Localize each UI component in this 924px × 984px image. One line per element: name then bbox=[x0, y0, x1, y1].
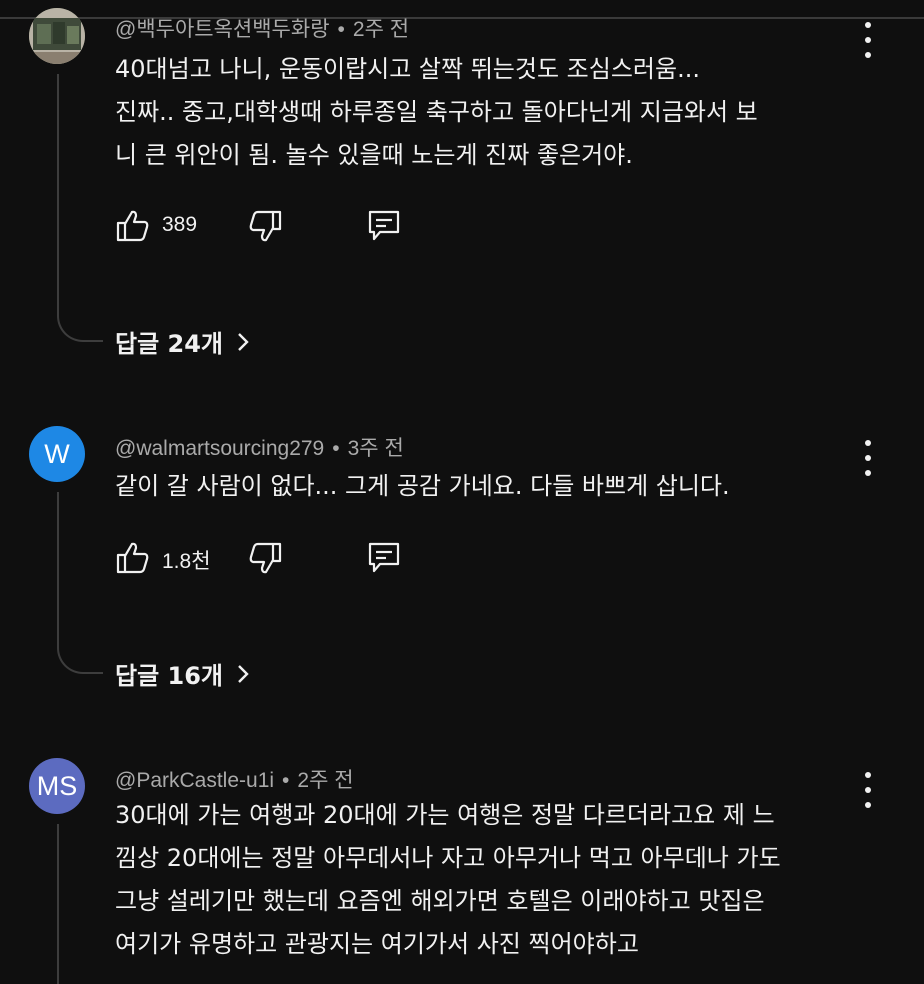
thumbs-down-icon[interactable] bbox=[247, 208, 283, 244]
comment-text: 40대넘고 나니, 운동이랍시고 살짝 뛰는것도 조심스러움... 진짜.. 중… bbox=[115, 48, 855, 177]
comment-3: MS @ParkCastle-u1i • 2주 전 30대에 가는 여행과 20대에… bbox=[0, 752, 924, 984]
timestamp[interactable]: 2주 전 bbox=[297, 769, 353, 792]
thumbs-up-icon[interactable] bbox=[115, 208, 151, 244]
avatar[interactable]: MS bbox=[29, 758, 85, 814]
comment-meta: @ParkCastle-u1i • 2주 전 bbox=[115, 769, 354, 792]
chevron-right-icon bbox=[238, 664, 249, 683]
comment-meta: @백두아트옥션백두화랑 • 2주 전 bbox=[115, 18, 410, 41]
comment-actions: 389 bbox=[115, 208, 435, 248]
replies-label: 답글 24개 bbox=[115, 330, 223, 358]
author-name[interactable]: @ParkCastle-u1i bbox=[115, 769, 274, 792]
comment-text-line: 30대에 가는 여행과 20대에 가는 여행은 정말 다르더라고요 제 느 bbox=[115, 801, 775, 829]
comment-text: 30대에 가는 여행과 20대에 가는 여행은 정말 다르더라고요 제 느 낌상… bbox=[115, 794, 855, 966]
thread-line bbox=[57, 824, 59, 984]
like-count: 389 bbox=[162, 213, 198, 236]
like-count: 1.8천 bbox=[162, 550, 211, 573]
comment-text-line: 진짜.. 중고,대학생때 하루종일 축구하고 돌아다닌게 지금와서 보 bbox=[115, 98, 758, 126]
comment-text-line: 40대넘고 나니, 운동이랍시고 살짝 뛰는것도 조심스러움... bbox=[115, 55, 700, 83]
comment-text-line: 그냥 설레기만 했는데 요즘엔 해외가면 호텔은 이래야하고 맛집은 bbox=[115, 887, 765, 915]
timestamp[interactable]: 3주 전 bbox=[348, 437, 404, 460]
comment-text-line: 여기가 유명하고 관광지는 여기가서 사진 찍어야하고 bbox=[115, 930, 639, 958]
more-options-button[interactable] bbox=[856, 440, 880, 476]
thumbs-up-icon[interactable] bbox=[115, 540, 151, 576]
comment-text-line: 낌상 20대에는 정말 아무데서나 자고 아무거나 먹고 아무데나 가도 bbox=[115, 844, 781, 872]
avatar-letters: MS bbox=[36, 770, 78, 801]
comment-meta: @walmartsourcing279 • 3주 전 bbox=[115, 437, 404, 460]
replies-label: 답글 16개 bbox=[115, 662, 223, 690]
comment-actions: 1.8천 bbox=[115, 540, 435, 580]
comment-2: W @walmartsourcing279 • 3주 전 같이 갈 사람이 없다..… bbox=[0, 420, 924, 710]
thread-line bbox=[57, 492, 103, 674]
more-options-button[interactable] bbox=[856, 772, 880, 808]
comment-text: 같이 갈 사람이 없다... 그게 공감 가네요. 다들 바쁘게 삽니다. bbox=[115, 465, 855, 508]
view-replies-button[interactable]: 답글 16개 bbox=[115, 656, 251, 691]
comment-1: @백두아트옥션백두화랑 • 2주 전 40대넘고 나니, 운동이랍시고 살짝 뛰는것… bbox=[0, 0, 924, 380]
reply-icon[interactable] bbox=[366, 208, 402, 244]
avatar[interactable] bbox=[29, 8, 85, 64]
avatar-image bbox=[29, 8, 85, 64]
comment-text-line: 같이 갈 사람이 없다... 그게 공감 가네요. 다들 바쁘게 삽니다. bbox=[115, 472, 730, 500]
avatar[interactable]: W bbox=[29, 426, 85, 482]
more-options-button[interactable] bbox=[856, 22, 880, 58]
view-replies-button[interactable]: 답글 24개 bbox=[115, 324, 251, 359]
comment-text-line: 니 큰 위안이 됨. 놀수 있을때 노는게 진짜 좋은거야. bbox=[115, 141, 633, 169]
author-name[interactable]: @walmartsourcing279 bbox=[115, 437, 324, 460]
author-name[interactable]: @백두아트옥션백두화랑 bbox=[115, 18, 330, 41]
thumbs-down-icon[interactable] bbox=[247, 540, 283, 576]
reply-icon[interactable] bbox=[366, 540, 402, 576]
timestamp[interactable]: 2주 전 bbox=[353, 18, 409, 41]
thread-line bbox=[57, 74, 103, 342]
avatar-letters: W bbox=[44, 438, 70, 469]
chevron-right-icon bbox=[238, 332, 249, 351]
